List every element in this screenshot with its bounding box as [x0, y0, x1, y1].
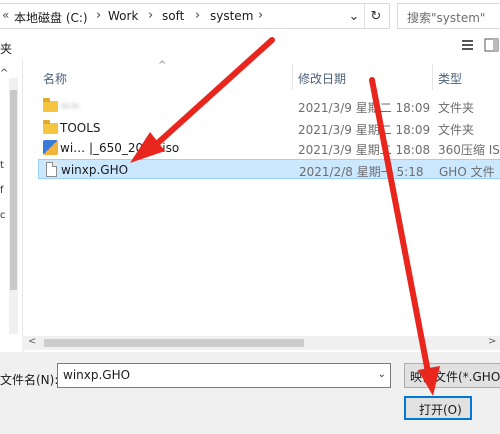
file-name: ~~ — [60, 99, 81, 113]
open-button-label: 打开(O) — [419, 403, 462, 417]
open-button[interactable]: 打开(O) — [404, 396, 472, 420]
nav-scrollbar-thumb[interactable] — [10, 90, 17, 290]
filename-dropdown-icon[interactable]: ⌄ — [378, 369, 386, 380]
iso-file-icon — [43, 140, 58, 155]
preview-pane-icon[interactable] — [484, 38, 500, 52]
search-placeholder: 搜索"system" — [407, 11, 486, 25]
nav-item[interactable]: f — [0, 185, 4, 196]
file-type: 文件夹 — [438, 123, 475, 137]
breadcrumb-local-disk[interactable]: 本地磁盘 (C:) — [14, 9, 88, 26]
file-row[interactable]: TOOLS 2021/3/9 星期二 18:09 文件夹 — [38, 118, 500, 138]
search-input[interactable]: 搜索"system" — [397, 3, 500, 29]
file-type: 360压缩 ISO — [438, 143, 500, 157]
horizontal-scrollbar-thumb[interactable] — [44, 339, 304, 347]
file-date: 2021/3/9 星期二 18:08 — [298, 143, 431, 157]
scroll-right-icon[interactable]: > — [488, 336, 496, 347]
address-back-icon[interactable]: « — [2, 8, 9, 22]
nav-item[interactable]: c — [0, 210, 6, 221]
breadcrumb-separator-icon[interactable]: › — [148, 8, 153, 23]
file-type-filter-select[interactable]: 映像文件(*.GHO;* — [404, 363, 500, 388]
file-date: 2021/3/9 星期二 18:09 — [298, 123, 431, 137]
nav-item[interactable]: t — [0, 160, 4, 171]
address-bar[interactable]: « 本地磁盘 (C:) › Work › soft › system › ⌄ ↻ — [0, 3, 390, 29]
file-date: 2021/2/8 星期一 5:18 — [299, 165, 424, 179]
file-name: TOOLS — [60, 121, 101, 135]
file-type: 文件夹 — [438, 101, 475, 115]
folder-icon — [43, 120, 58, 135]
column-header-type[interactable]: 类型 — [438, 64, 462, 90]
file-name: wi… |_650_2021.iso — [60, 141, 180, 155]
breadcrumb-separator-icon[interactable]: › — [258, 8, 263, 23]
scroll-left-icon[interactable]: < — [28, 336, 36, 347]
sort-ascending-icon: ^ — [158, 60, 167, 71]
file-row[interactable]: ~~ 2021/3/9 星期二 18:09 文件夹 — [38, 96, 500, 116]
column-divider[interactable] — [432, 64, 433, 90]
view-options-icon[interactable] — [461, 38, 477, 52]
breadcrumb-separator-icon[interactable]: › — [195, 8, 200, 23]
document-icon — [44, 162, 59, 177]
breadcrumb-soft[interactable]: soft — [162, 9, 184, 23]
breadcrumb-separator-icon[interactable]: › — [96, 8, 101, 23]
file-type-filter-value: 映像文件(*.GHO;* — [410, 370, 500, 384]
file-row-selected[interactable]: winxp.GHO 2021/2/8 星期一 5:18 GHO 文件 — [38, 159, 500, 179]
new-folder-button[interactable]: 夹 — [0, 40, 12, 57]
breadcrumb-work[interactable]: Work — [108, 9, 138, 23]
file-name: winxp.GHO — [61, 163, 129, 177]
nav-scroll-up-icon[interactable]: ^ — [0, 68, 8, 79]
breadcrumb-system[interactable]: system — [210, 9, 253, 23]
toolbar: 夹 — [0, 33, 500, 59]
column-header-name[interactable]: 名称 — [43, 64, 67, 90]
filename-label: 文件名(N): — [0, 373, 59, 387]
column-divider[interactable] — [292, 64, 293, 90]
folder-icon — [43, 98, 58, 113]
file-type: GHO 文件 — [439, 165, 495, 179]
file-row[interactable]: wi… |_650_2021.iso 2021/3/9 星期二 18:08 36… — [38, 138, 500, 158]
filename-value: winxp.GHO — [63, 368, 131, 382]
filename-input[interactable]: winxp.GHO ⌄ — [57, 363, 391, 388]
address-history-dropdown-icon[interactable]: ⌄ — [343, 4, 365, 28]
file-date: 2021/3/9 星期二 18:09 — [298, 101, 431, 115]
column-header-date[interactable]: 修改日期 — [298, 64, 346, 90]
refresh-icon[interactable]: ↻ — [364, 4, 387, 28]
